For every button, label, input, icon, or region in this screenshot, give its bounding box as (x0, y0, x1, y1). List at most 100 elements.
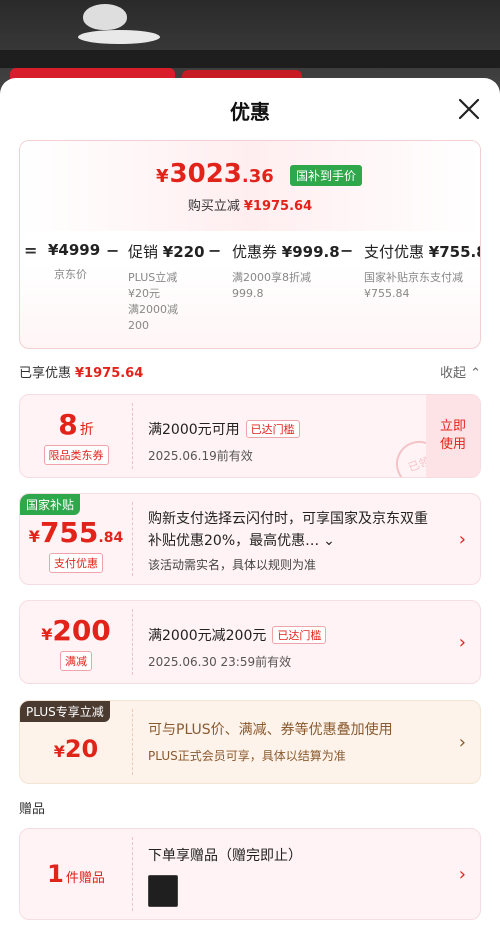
plate-shape (78, 30, 160, 44)
gift-count-unit: 件赠品 (65, 871, 105, 886)
breakdown-note: ¥755.84 (364, 287, 410, 300)
gift-card[interactable]: 1 件赠品 下单享赠品（赠完即止） › (19, 828, 481, 920)
coupon-value: ¥20 (54, 735, 99, 763)
breakdown-value: ¥4999 (48, 241, 101, 259)
gift-title: 下单享赠品（赠完即止） (148, 845, 440, 865)
breakdown-value: ¥220 (162, 243, 205, 261)
coupon-title-row: 满2000元可用 已达门槛 (148, 419, 440, 439)
breakdown-note: 国家补贴京东支付减 (364, 271, 463, 284)
coupon-date: 2025.06.30 23:59前有效 (148, 655, 292, 669)
breakdown-label: 促销 (128, 243, 159, 261)
breakdown-note: PLUS立减 (128, 271, 178, 284)
chevron-right-icon[interactable]: › (459, 864, 466, 885)
reduce-line: 购买立减 ¥1975.64 (20, 195, 480, 214)
minus-sign: − (106, 241, 120, 260)
coupon-title: 满2000元减200元 (148, 628, 267, 644)
equals-sign: = (24, 241, 38, 260)
coupon-value-unit: 折 (79, 421, 94, 438)
currency-symbol: ¥ (41, 624, 53, 644)
coupon-value-decimal: .84 (98, 529, 124, 546)
gift-title-text: 下单享赠品（赠完即止） (148, 848, 302, 864)
coupon-value: 8折 (58, 408, 93, 441)
sheet-title: 优惠 (230, 100, 270, 124)
coupon-title: 满2000元可用 (148, 422, 240, 438)
gift-count: 1 件赠品 (47, 860, 105, 888)
use-now-button[interactable]: 立即使用 (426, 395, 480, 477)
breakdown-note: 200 (128, 319, 149, 332)
price-decimal: .36 (241, 166, 274, 187)
breakdown-note: 满2000享8折减 (232, 271, 311, 284)
breakdown-value: ¥999.8 (281, 243, 340, 261)
gift-section-label: 赠品 (19, 802, 46, 817)
coupon-left: ¥755.84 支付优惠 (20, 494, 132, 584)
coupon-card-full-reduction[interactable]: ¥200 满减 满2000元减200元 已达门槛 2025.06.30 23:5… (19, 600, 481, 684)
dashed-divider (132, 609, 133, 675)
subsidy-description-text: 购新支付选择云闪付时，可享国家及京东双重补贴优惠20%，最高优惠… (148, 511, 428, 549)
coupon-value: ¥755.84 (29, 516, 123, 549)
breakdown-item-payment: 支付优惠 ¥755.84 国家补贴京东支付减 ¥755.84 (364, 241, 480, 302)
breakdown-note: 京东价 (54, 268, 87, 281)
gift-thumbnail (148, 875, 178, 907)
coupon-value-number: 20 (64, 735, 99, 763)
currency-symbol: ¥ (53, 742, 65, 761)
bowl-shape (83, 4, 127, 30)
breakdown-item-promo: 促销 ¥220 PLUS立减 ¥20元 满2000减 200 (128, 241, 205, 334)
collapse-button[interactable]: 收起 ⌃ (440, 362, 481, 381)
enjoyed-discount: 已享优惠 ¥1975.64 (19, 362, 143, 381)
minus-sign: − (208, 241, 222, 260)
coupon-card-discount[interactable]: 8折 限品类东券 满2000元可用 已达门槛 2025.06.19前有效 已领 … (19, 394, 481, 478)
dashed-divider (132, 502, 133, 576)
minus-sign: − (340, 241, 354, 260)
breakdown-note: 999.8 (232, 287, 264, 300)
discount-sheet: 优惠 ¥ 3023 .36 国补到手价 购买立减 ¥1975.64 = ¥4999… (0, 78, 500, 941)
coupon-value: ¥200 (41, 614, 111, 647)
coupon-value-number: 200 (52, 613, 111, 647)
breakdown-value: ¥755.84 (428, 243, 480, 261)
chevron-down-icon[interactable]: ⌄ (323, 533, 335, 549)
threshold-tag: 已达门槛 (245, 420, 300, 438)
coupon-body: 满2000元可用 已达门槛 2025.06.19前有效 (148, 395, 440, 464)
subsidy-description: 购新支付选择云闪付时，可享国家及京东双重补贴优惠20%，最高优惠… ⌄ (148, 508, 440, 552)
coupon-card-plus[interactable]: PLUS专享立减 ¥20 可与PLUS价、满减、券等优惠叠加使用 PLUS正式会… (19, 700, 481, 784)
coupon-left: ¥20 (20, 701, 132, 783)
coupon-type-tag: 支付优惠 (49, 552, 103, 573)
subsidy-price-tag: 国补到手价 (290, 165, 363, 186)
gift-body: 下单享赠品（赠完即止） (148, 829, 440, 907)
coupon-card-subsidy[interactable]: 国家补贴 ¥755.84 支付优惠 购新支付选择云闪付时，可享国家及京东双重补贴… (19, 493, 481, 585)
price-integer: 3023 (169, 159, 242, 189)
currency-symbol: ¥ (28, 526, 40, 546)
close-button[interactable] (456, 96, 482, 122)
enjoyed-amount: ¥1975.64 (75, 366, 144, 381)
reduce-amount: ¥1975.64 (243, 199, 313, 214)
price-breakdown: = ¥4999 京东价 − 促销 ¥220 PLUS立减 ¥20元 满2000减… (20, 241, 480, 341)
use-now-label: 立即使用 (439, 419, 466, 452)
breakdown-item-list-price: ¥4999 京东价 (48, 241, 100, 283)
currency-symbol: ¥ (156, 166, 169, 187)
plus-title: 可与PLUS价、满减、券等优惠叠加使用 (148, 722, 393, 738)
coupon-type-tag: 限品类东券 (43, 444, 109, 465)
threshold-tag: 已达门槛 (272, 626, 327, 644)
subsidy-note: 该活动需实名，具体以规则为准 (148, 558, 317, 572)
enjoyed-label: 已享优惠 (19, 366, 72, 381)
breakdown-note: 满2000减 (128, 303, 178, 316)
final-price: ¥ 3023 .36 (156, 159, 274, 189)
coupon-body: 满2000元减200元 已达门槛 2025.06.30 23:59前有效 (148, 601, 440, 670)
chevron-right-icon[interactable]: › (459, 632, 466, 653)
breakdown-note: ¥20元 (128, 287, 160, 300)
price-summary-card: ¥ 3023 .36 国补到手价 购买立减 ¥1975.64 = ¥4999 京东… (19, 140, 481, 349)
reduce-label: 购买立减 (187, 199, 240, 214)
dashed-divider (132, 837, 133, 911)
coupon-left: 8折 限品类东券 (20, 395, 132, 477)
gift-count-number: 1 (47, 860, 64, 888)
breakdown-label: 优惠券 (232, 243, 278, 261)
breakdown-label: 支付优惠 (364, 243, 425, 261)
dashed-divider (132, 403, 133, 469)
chevron-right-icon[interactable]: › (459, 732, 466, 753)
dashed-divider (132, 709, 133, 775)
close-icon (458, 98, 480, 120)
chevron-right-icon[interactable]: › (459, 529, 466, 550)
breakdown-item-coupon: 优惠券 ¥999.8 满2000享8折减 999.8 (232, 241, 340, 302)
shelf-shape (0, 50, 500, 68)
coupon-body: 购新支付选择云闪付时，可享国家及京东双重补贴优惠20%，最高优惠… ⌄ 该活动需实… (148, 494, 440, 574)
plus-subtitle: PLUS正式会员可享，具体以结算为准 (148, 749, 346, 763)
